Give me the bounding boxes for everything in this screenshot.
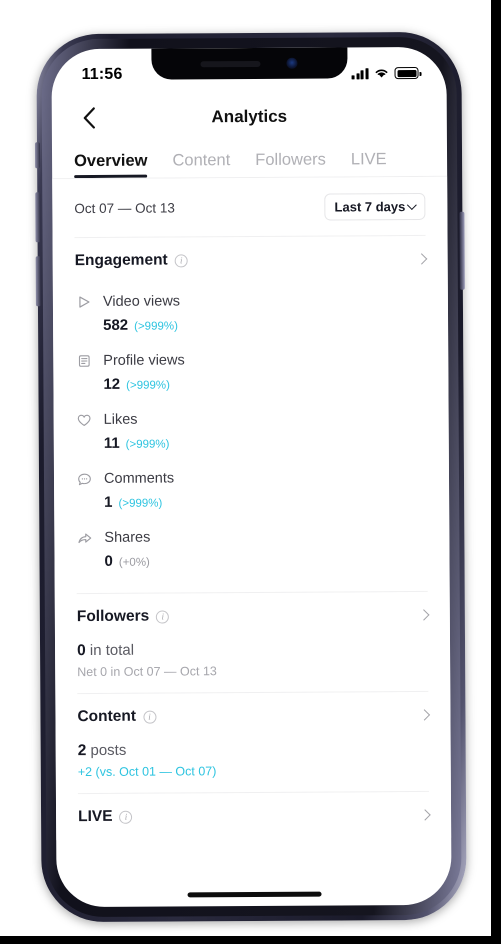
article-icon xyxy=(75,352,92,369)
play-icon xyxy=(75,293,92,310)
chevron-left-icon xyxy=(83,107,95,129)
followers-total: 0 in total xyxy=(77,640,428,660)
metric-value: 11 xyxy=(103,434,120,452)
metric-delta: (>999%) xyxy=(125,438,170,451)
followers-section-header[interactable]: Followers i xyxy=(76,592,430,640)
metric-delta: (>999%) xyxy=(134,320,178,333)
chevron-down-icon xyxy=(406,199,417,210)
metric-label: Shares xyxy=(104,529,151,546)
info-icon[interactable]: i xyxy=(156,610,170,624)
navigation-bar: Analytics xyxy=(52,93,447,141)
tab-followers[interactable]: Followers xyxy=(255,151,326,177)
content-section-header[interactable]: Content i xyxy=(77,692,431,740)
notch xyxy=(150,47,348,80)
volume-down-button[interactable] xyxy=(35,256,41,307)
metric-label: Comments xyxy=(103,470,175,487)
volume-up-button[interactable] xyxy=(35,192,41,243)
power-button[interactable] xyxy=(459,211,465,290)
info-icon[interactable]: i xyxy=(119,810,133,824)
date-range-picker-label: Last 7 days xyxy=(334,198,406,214)
followers-net-sub: Net 0 in Oct 07 — Oct 13 xyxy=(77,664,217,680)
analytics-tabs: Overview Content Followers LIVE xyxy=(51,138,448,180)
metric-video-views[interactable]: Video views 582 (>999%) xyxy=(75,282,426,343)
engagement-section-header[interactable]: Engagement i xyxy=(74,236,428,284)
info-icon[interactable]: i xyxy=(174,253,188,267)
metric-comments[interactable]: Comments 1 (>999%) xyxy=(76,459,427,520)
screenshot-canvas: 11:56 Analytics Overview Content Followe… xyxy=(0,0,501,944)
page-title: Analytics xyxy=(211,106,288,127)
followers-title: Followers xyxy=(76,607,150,626)
live-title: LIVE xyxy=(78,807,113,826)
chevron-right-icon xyxy=(416,253,428,265)
followers-total-suffix: in total xyxy=(85,641,135,660)
tab-overview[interactable]: Overview xyxy=(74,152,148,178)
front-camera-icon xyxy=(286,57,298,69)
metric-label: Video views xyxy=(102,293,181,310)
metric-label: Likes xyxy=(103,411,138,428)
followers-total-value: 0 xyxy=(77,642,86,660)
content-posts-value: 2 xyxy=(77,742,87,760)
image-bottom-border xyxy=(0,936,501,944)
content-posts: 2 posts xyxy=(78,740,429,760)
chevron-right-icon xyxy=(418,709,431,721)
wifi-icon xyxy=(375,69,388,78)
overview-content: Oct 07 — Oct 13 Last 7 days Engagement i xyxy=(52,176,452,841)
metric-delta: (+0%) xyxy=(118,556,150,569)
phone-device-frame: 11:56 Analytics Overview Content Followe… xyxy=(34,31,467,923)
content-posts-suffix: posts xyxy=(86,741,127,760)
battery-icon xyxy=(394,66,419,80)
metric-delta: (>999%) xyxy=(118,497,163,510)
image-right-border xyxy=(491,0,501,944)
content-title: Content xyxy=(77,707,137,726)
status-bar-icons xyxy=(351,66,419,80)
metric-value: 582 xyxy=(103,316,129,334)
content-delta-sub: +2 (vs. Oct 01 — Oct 07) xyxy=(77,764,217,780)
metric-label: Profile views xyxy=(103,352,185,369)
metric-delta: (>999%) xyxy=(126,379,170,392)
cellular-bars-icon xyxy=(351,67,369,79)
comment-icon xyxy=(76,470,93,487)
engagement-title: Engagement xyxy=(74,251,168,270)
date-range-picker[interactable]: Last 7 days xyxy=(324,192,426,221)
metric-likes[interactable]: Likes 11 (>999%) xyxy=(76,400,427,461)
date-range-row: Oct 07 — Oct 13 Last 7 days xyxy=(74,177,426,237)
metric-profile-views[interactable]: Profile views 12 (>999%) xyxy=(75,341,426,402)
live-section-header[interactable]: LIVE i xyxy=(78,792,431,840)
tab-live[interactable]: LIVE xyxy=(351,150,387,176)
heart-icon xyxy=(76,411,93,428)
metric-value: 12 xyxy=(103,375,121,393)
info-icon[interactable]: i xyxy=(142,710,157,724)
share-icon xyxy=(76,529,93,546)
tab-content[interactable]: Content xyxy=(172,151,230,177)
metric-value: 1 xyxy=(104,493,113,511)
chevron-right-icon xyxy=(419,809,431,821)
phone-screen: 11:56 Analytics Overview Content Followe… xyxy=(51,46,452,908)
metric-shares[interactable]: Shares 0 (+0%) xyxy=(76,518,427,579)
back-button[interactable] xyxy=(74,103,104,133)
earpiece-speaker-icon xyxy=(200,60,261,67)
silent-switch-button[interactable] xyxy=(34,142,41,169)
status-bar-clock: 11:56 xyxy=(81,65,123,84)
date-range-label: Oct 07 — Oct 13 xyxy=(74,199,175,216)
chevron-right-icon xyxy=(418,609,430,621)
metric-value: 0 xyxy=(104,552,113,570)
home-indicator[interactable] xyxy=(187,891,322,898)
